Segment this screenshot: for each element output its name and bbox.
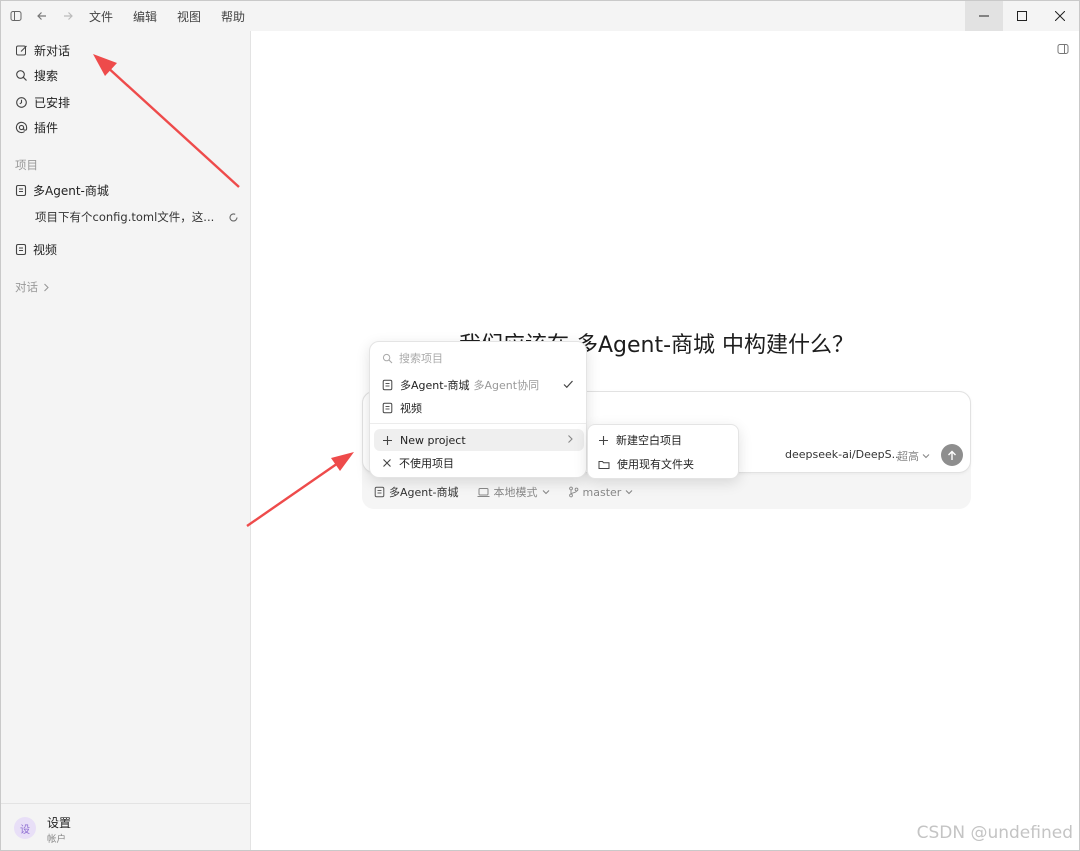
settings-title: 设置 (47, 816, 72, 830)
minimize-button[interactable] (965, 1, 1003, 31)
menu-edit[interactable]: 编辑 (133, 8, 167, 25)
effort-selector[interactable]: 超高 (897, 448, 930, 464)
folder-icon (598, 460, 610, 469)
maximize-icon (1017, 11, 1027, 21)
dropdown-item-no-project[interactable]: 不使用项目 (374, 452, 584, 474)
laptop-icon (477, 487, 490, 497)
sidebar-item-search[interactable]: 搜索 (15, 64, 58, 86)
panel-toggle-button[interactable] (1057, 43, 1069, 58)
checkmark-icon (563, 380, 573, 389)
sidebar-project-label: 多Agent-商城 (33, 183, 109, 198)
edit-icon (16, 45, 27, 55)
loading-spinner-icon (229, 212, 238, 221)
sidebar-thread-item[interactable]: 项目下有个config.toml文件，这... (35, 206, 239, 228)
new-project-submenu: 新建空白项目 使用现有文件夹 (587, 424, 739, 479)
sidebar-project-video[interactable]: 视频 (15, 238, 57, 260)
settings-subtitle: 帐户 (47, 834, 67, 845)
project-file-icon (382, 402, 393, 414)
submenu-item-label: 使用现有文件夹 (617, 458, 694, 471)
minimize-icon (979, 15, 989, 17)
menu-view[interactable]: 视图 (177, 8, 211, 25)
chevron-down-icon (542, 490, 549, 495)
arrow-up-icon (948, 450, 956, 460)
project-selector-label: 多Agent-商城 (389, 486, 459, 499)
effort-label: 超高 (897, 450, 919, 463)
project-file-icon (382, 379, 393, 391)
branch-selector-label: master (582, 485, 622, 499)
project-file-icon (374, 486, 385, 498)
search-icon (16, 69, 27, 81)
back-arrow-icon[interactable] (33, 7, 51, 25)
submenu-item-label: 新建空白项目 (616, 434, 682, 447)
close-button[interactable] (1041, 1, 1079, 31)
chevron-down-icon (625, 490, 633, 495)
window-controls (965, 1, 1079, 31)
sidebar-item-new-chat[interactable]: 新对话 (15, 39, 70, 61)
project-search[interactable]: 搜索项目 (382, 350, 443, 366)
chevron-down-icon (922, 454, 930, 459)
clock-icon (16, 96, 27, 108)
dropdown-item-label: New project (400, 433, 466, 447)
submenu-item-blank-project[interactable]: 新建空白项目 (598, 430, 682, 450)
project-selector[interactable]: 多Agent-商城 (374, 484, 459, 500)
maximize-button[interactable] (1003, 1, 1041, 31)
close-icon (383, 459, 391, 467)
mode-selector[interactable]: 本地模式 (477, 484, 550, 500)
avatar: 设 (14, 817, 36, 839)
plus-icon (599, 435, 608, 445)
dropdown-divider (370, 423, 586, 424)
forward-arrow-icon[interactable] (59, 7, 77, 25)
send-button[interactable] (941, 444, 963, 466)
sidebar: 新对话 搜索 已安排 插件 项目 多Agent-商城 项目下有个config.t… (1, 31, 251, 850)
conversations-section-toggle[interactable]: 对话 (15, 279, 50, 295)
app-window: 文件 编辑 视图 帮助 新对话 搜索 已安排 插件 项目 多Agent-商城 项… (0, 0, 1080, 851)
settings-button[interactable]: 设 设置 帐户 (1, 803, 250, 850)
mode-selector-label: 本地模式 (493, 486, 538, 499)
panel-toggle-icon (1057, 44, 1069, 54)
dropdown-item-new-project[interactable]: New project (374, 429, 584, 451)
dropdown-item-hint: 多Agent协同 (473, 379, 540, 392)
git-branch-icon (568, 486, 578, 498)
sidebar-item-label: 新对话 (34, 43, 71, 58)
title-bar-left (7, 1, 77, 31)
sidebar-toggle-icon[interactable] (7, 7, 25, 25)
thread-title: 项目下有个config.toml文件，这... (35, 210, 215, 224)
project-dropdown-menu: 搜索项目 多Agent-商城 多Agent协同 视频 New project 不… (369, 341, 587, 478)
project-search-placeholder: 搜索项目 (399, 352, 443, 365)
sidebar-item-plugins[interactable]: 插件 (15, 116, 58, 138)
sidebar-project-label: 视频 (33, 242, 58, 257)
menu-bar: 文件 编辑 视图 帮助 (89, 1, 265, 31)
project-file-icon (15, 243, 27, 255)
chevron-right-icon (44, 283, 49, 291)
plus-icon (383, 435, 392, 445)
submenu-item-existing-folder[interactable]: 使用现有文件夹 (598, 454, 694, 474)
sidebar-item-label: 已安排 (34, 95, 71, 110)
branch-selector[interactable]: master (568, 486, 634, 499)
sidebar-item-label: 搜索 (34, 68, 59, 83)
projects-section-label: 项目 (15, 158, 38, 172)
watermark: CSDN @undefined (916, 823, 1073, 843)
menu-file[interactable]: 文件 (89, 8, 123, 25)
search-icon (382, 353, 393, 363)
dropdown-item-label: 视频 (400, 402, 422, 415)
conversations-label: 对话 (15, 280, 38, 294)
dropdown-item-label: 多Agent-商城 (400, 379, 470, 392)
chevron-right-icon (568, 435, 573, 443)
sidebar-project-mall[interactable]: 多Agent-商城 (15, 179, 109, 201)
composer-footer: 多Agent-商城 本地模式 master (374, 483, 633, 501)
sidebar-item-scheduled[interactable]: 已安排 (15, 91, 70, 113)
dropdown-item-mall[interactable]: 多Agent-商城 多Agent协同 (374, 374, 584, 396)
at-icon (15, 121, 28, 133)
dropdown-item-video[interactable]: 视频 (374, 397, 584, 419)
title-bar: 文件 编辑 视图 帮助 (1, 1, 1079, 31)
menu-help[interactable]: 帮助 (221, 8, 255, 25)
dropdown-item-label: 不使用项目 (399, 457, 454, 470)
model-selector[interactable]: deepseek-ai/DeepS... (785, 448, 902, 461)
close-icon (1055, 11, 1065, 21)
project-file-icon (15, 184, 27, 196)
sidebar-item-label: 插件 (34, 120, 59, 135)
